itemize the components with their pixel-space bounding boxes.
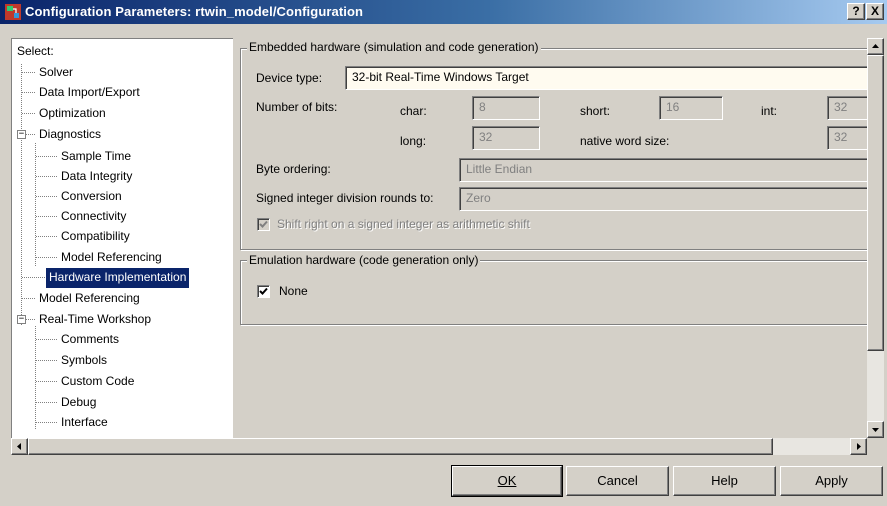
- emulation-hardware-legend: Emulation hardware (code generation only…: [247, 253, 481, 267]
- checkmark-icon: [259, 220, 268, 228]
- long-label: long:: [400, 134, 427, 148]
- native-word-size-field[interactable]: 32: [827, 126, 867, 150]
- device-type-select[interactable]: 32-bit Real-Time Windows Target: [345, 66, 867, 90]
- apply-button[interactable]: Apply: [780, 466, 883, 496]
- emulation-hardware-group: [240, 260, 867, 325]
- vertical-scrollbar[interactable]: [867, 38, 884, 438]
- native-word-size-label: native word size:: [580, 134, 670, 148]
- tree-item-data-integrity[interactable]: Data Integrity: [58, 167, 135, 187]
- tree-item-conversion[interactable]: Conversion: [58, 187, 125, 207]
- checkmark-icon: [259, 287, 268, 295]
- signed-division-select[interactable]: Zero: [459, 187, 867, 211]
- tree-item-data-import-export[interactable]: Data Import/Export: [36, 83, 143, 103]
- byte-ordering-select[interactable]: Little Endian: [459, 158, 867, 182]
- short-bits-field[interactable]: 16: [659, 96, 723, 120]
- settings-pane: Embedded hardware (simulation and code g…: [233, 38, 867, 438]
- tree-item-realtime-workshop[interactable]: Real-Time Workshop: [36, 310, 154, 330]
- arrow-down-icon: [872, 428, 879, 432]
- arrow-up-icon: [872, 44, 879, 48]
- horizontal-scroll-thumb[interactable]: [28, 438, 773, 455]
- vertical-scroll-thumb[interactable]: [867, 55, 884, 351]
- cancel-button[interactable]: Cancel: [566, 466, 669, 496]
- cancel-label: Cancel: [597, 473, 638, 488]
- simulink-app-icon: [5, 4, 21, 20]
- help-title-button[interactable]: ?: [847, 3, 865, 20]
- int-label: int:: [761, 104, 778, 118]
- signed-division-label: Signed integer division rounds to:: [256, 191, 434, 205]
- int-bits-field[interactable]: 32: [827, 96, 867, 120]
- embedded-hardware-legend: Embedded hardware (simulation and code g…: [247, 40, 541, 54]
- tree-item-optimization[interactable]: Optimization: [36, 104, 109, 124]
- tree-item-comments[interactable]: Comments: [58, 330, 122, 350]
- tree-item-symbols[interactable]: Symbols: [58, 351, 110, 371]
- tree-item-compatibility[interactable]: Compatibility: [58, 227, 133, 247]
- diagnostics-collapse-icon[interactable]: −: [17, 130, 26, 139]
- apply-label: Apply: [815, 473, 848, 488]
- tree-item-custom-code[interactable]: Custom Code: [58, 372, 137, 392]
- byte-ordering-label: Byte ordering:: [256, 162, 331, 176]
- shift-right-checkbox[interactable]: [257, 218, 270, 231]
- tree-item-solver[interactable]: Solver: [36, 63, 76, 83]
- long-bits-field[interactable]: 32: [472, 126, 540, 150]
- scrollbar-corner: [867, 438, 884, 455]
- tree-panel[interactable]: Select: − − Solver Data Import/Export Op…: [11, 38, 233, 438]
- ok-label: OK: [497, 473, 517, 488]
- arrow-right-icon: [857, 443, 861, 450]
- help-label: Help: [711, 473, 738, 488]
- realtime-workshop-collapse-icon[interactable]: −: [17, 315, 26, 324]
- emulation-none-checkbox[interactable]: [257, 285, 270, 298]
- tree-item-diag-model-referencing[interactable]: Model Referencing: [58, 248, 165, 268]
- window-title: Configuration Parameters: rtwin_model/Co…: [25, 4, 364, 19]
- char-label: char:: [400, 104, 427, 118]
- emulation-none-label: None: [279, 284, 308, 298]
- scroll-right-button[interactable]: [850, 438, 867, 455]
- scroll-left-button[interactable]: [11, 438, 28, 455]
- close-title-button[interactable]: X: [866, 3, 884, 20]
- shift-right-label: Shift right on a signed integer as arith…: [277, 217, 530, 231]
- ok-button[interactable]: OK: [451, 465, 563, 497]
- number-of-bits-label: Number of bits:: [256, 100, 338, 114]
- tree-item-model-referencing[interactable]: Model Referencing: [36, 289, 143, 309]
- tree-item-sample-time[interactable]: Sample Time: [58, 147, 134, 167]
- short-label: short:: [580, 104, 611, 118]
- tree-item-diagnostics[interactable]: Diagnostics: [36, 125, 104, 145]
- device-type-label: Device type:: [256, 71, 323, 85]
- title-bar: Configuration Parameters: rtwin_model/Co…: [0, 0, 887, 24]
- horizontal-scrollbar[interactable]: [11, 438, 867, 455]
- tree-item-interface[interactable]: Interface: [58, 413, 111, 433]
- scroll-down-button[interactable]: [867, 421, 884, 438]
- tree-item-debug[interactable]: Debug: [58, 393, 99, 413]
- tree-item-hardware-implementation[interactable]: Hardware Implementation: [46, 268, 190, 288]
- char-bits-field[interactable]: 8: [472, 96, 540, 120]
- tree-item-connectivity[interactable]: Connectivity: [58, 207, 129, 227]
- arrow-left-icon: [17, 443, 21, 450]
- scroll-up-button[interactable]: [867, 38, 884, 55]
- help-button[interactable]: Help: [673, 466, 776, 496]
